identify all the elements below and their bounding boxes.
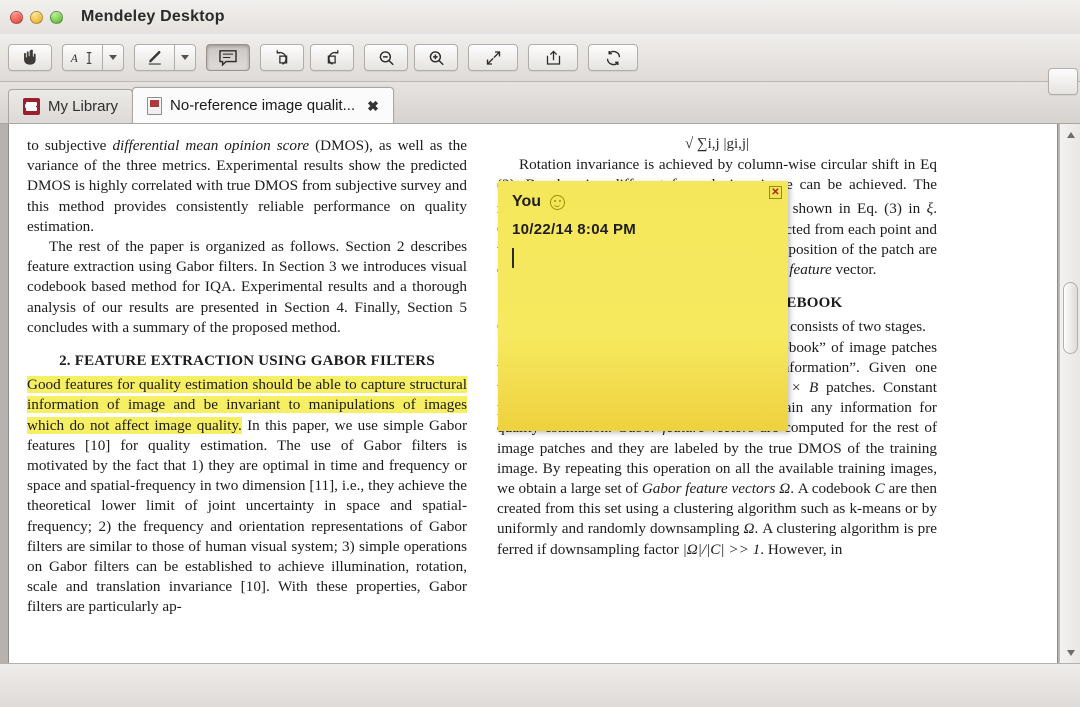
share-group — [528, 44, 578, 71]
maximize-window-button[interactable] — [50, 11, 63, 24]
zoom-in-button[interactable] — [414, 44, 458, 71]
chevron-down-icon — [181, 55, 189, 60]
tab-label: No-reference image qualit... — [170, 97, 355, 114]
select-text-button[interactable]: A — [62, 44, 102, 71]
equation-tail: √ ∑i,j |gi,j| — [497, 136, 937, 153]
rotate-left-button[interactable] — [260, 44, 304, 71]
fullscreen-icon — [484, 49, 503, 67]
tab-my-library[interactable]: My Library — [8, 89, 133, 123]
title-bar: Mendeley Desktop — [0, 0, 1080, 34]
highlighter-icon — [144, 49, 166, 66]
pdf-viewport[interactable]: to subjective differential mean opinion … — [0, 124, 1080, 663]
svg-text:A: A — [70, 52, 79, 64]
paragraph-gabor: Good features for quality estimation sho… — [27, 375, 467, 617]
hand-icon — [22, 49, 39, 66]
zoom-group — [364, 44, 458, 71]
chevron-down-icon — [109, 55, 117, 60]
smiley-face-icon — [550, 195, 565, 210]
scroll-down-arrow-icon[interactable] — [1060, 644, 1080, 661]
rotate-right-icon — [323, 49, 342, 67]
left-column: to subjective differential mean opinion … — [27, 136, 467, 663]
text-select-icon: A — [70, 50, 96, 66]
note-text-input[interactable] — [512, 248, 774, 288]
text-cursor — [512, 248, 514, 268]
mendeley-window: Mendeley Desktop A — [0, 0, 1080, 707]
tab-bar: My Library No-reference image qualit... … — [0, 82, 1080, 124]
fullscreen-button[interactable] — [468, 44, 518, 71]
highlight-dropdown-button[interactable] — [174, 44, 196, 71]
view-group — [468, 44, 518, 71]
highlight-text-button[interactable] — [134, 44, 174, 71]
close-window-button[interactable] — [10, 11, 23, 24]
rotate-group — [260, 44, 354, 71]
note-timestamp: 10/22/14 8:04 PM — [512, 221, 774, 238]
close-note-button[interactable]: ✕ — [769, 186, 782, 199]
add-note-button[interactable] — [206, 44, 250, 71]
minimize-window-button[interactable] — [30, 11, 43, 24]
section-heading-2: 2. FEATURE EXTRACTION USING GABOR FILTER… — [27, 351, 467, 371]
zoom-out-button[interactable] — [364, 44, 408, 71]
window-controls — [10, 11, 63, 24]
zoom-in-icon — [427, 49, 446, 67]
sync-group — [588, 44, 638, 71]
rotate-right-button[interactable] — [310, 44, 354, 71]
status-bar — [0, 663, 1080, 707]
pan-tool-button[interactable] — [8, 44, 52, 71]
sticky-note-annotation[interactable]: ✕ You 10/22/14 8:04 PM — [498, 181, 788, 431]
share-icon — [544, 49, 563, 67]
highlight-annotation[interactable]: Good features for quality estimation sho… — [27, 376, 467, 433]
paragraph-organization: The rest of the paper is organized as fo… — [27, 237, 467, 338]
highlight-group — [134, 44, 196, 71]
zoom-out-icon — [377, 49, 396, 67]
sync-button[interactable] — [588, 44, 638, 71]
tab-document[interactable]: No-reference image qualit... ✖ — [132, 87, 394, 123]
share-button[interactable] — [528, 44, 578, 71]
pdf-icon — [147, 97, 162, 115]
scroll-up-arrow-icon[interactable] — [1060, 126, 1080, 143]
paragraph-abstract-tail: to subjective differential mean opinion … — [27, 136, 467, 237]
close-tab-button[interactable]: ✖ — [367, 99, 379, 113]
pan-tool-group — [8, 44, 52, 71]
annotation-toolbar: A — [0, 34, 1080, 82]
note-author: You — [512, 193, 541, 211]
select-text-dropdown-button[interactable] — [102, 44, 124, 71]
select-text-group: A — [62, 44, 124, 71]
note-header: You — [512, 193, 774, 211]
mendeley-logo-icon — [23, 98, 40, 115]
vertical-scrollbar[interactable] — [1059, 124, 1080, 663]
scroll-thumb[interactable] — [1063, 282, 1078, 354]
sync-icon — [604, 49, 623, 67]
window-title: Mendeley Desktop — [81, 8, 225, 26]
rotate-left-icon — [273, 49, 292, 67]
toolbar-overflow-button[interactable] — [1048, 68, 1078, 95]
note-group — [206, 44, 250, 71]
pdf-page: to subjective differential mean opinion … — [8, 124, 1058, 663]
tab-label: My Library — [48, 98, 118, 115]
sticky-note-icon — [218, 49, 238, 67]
